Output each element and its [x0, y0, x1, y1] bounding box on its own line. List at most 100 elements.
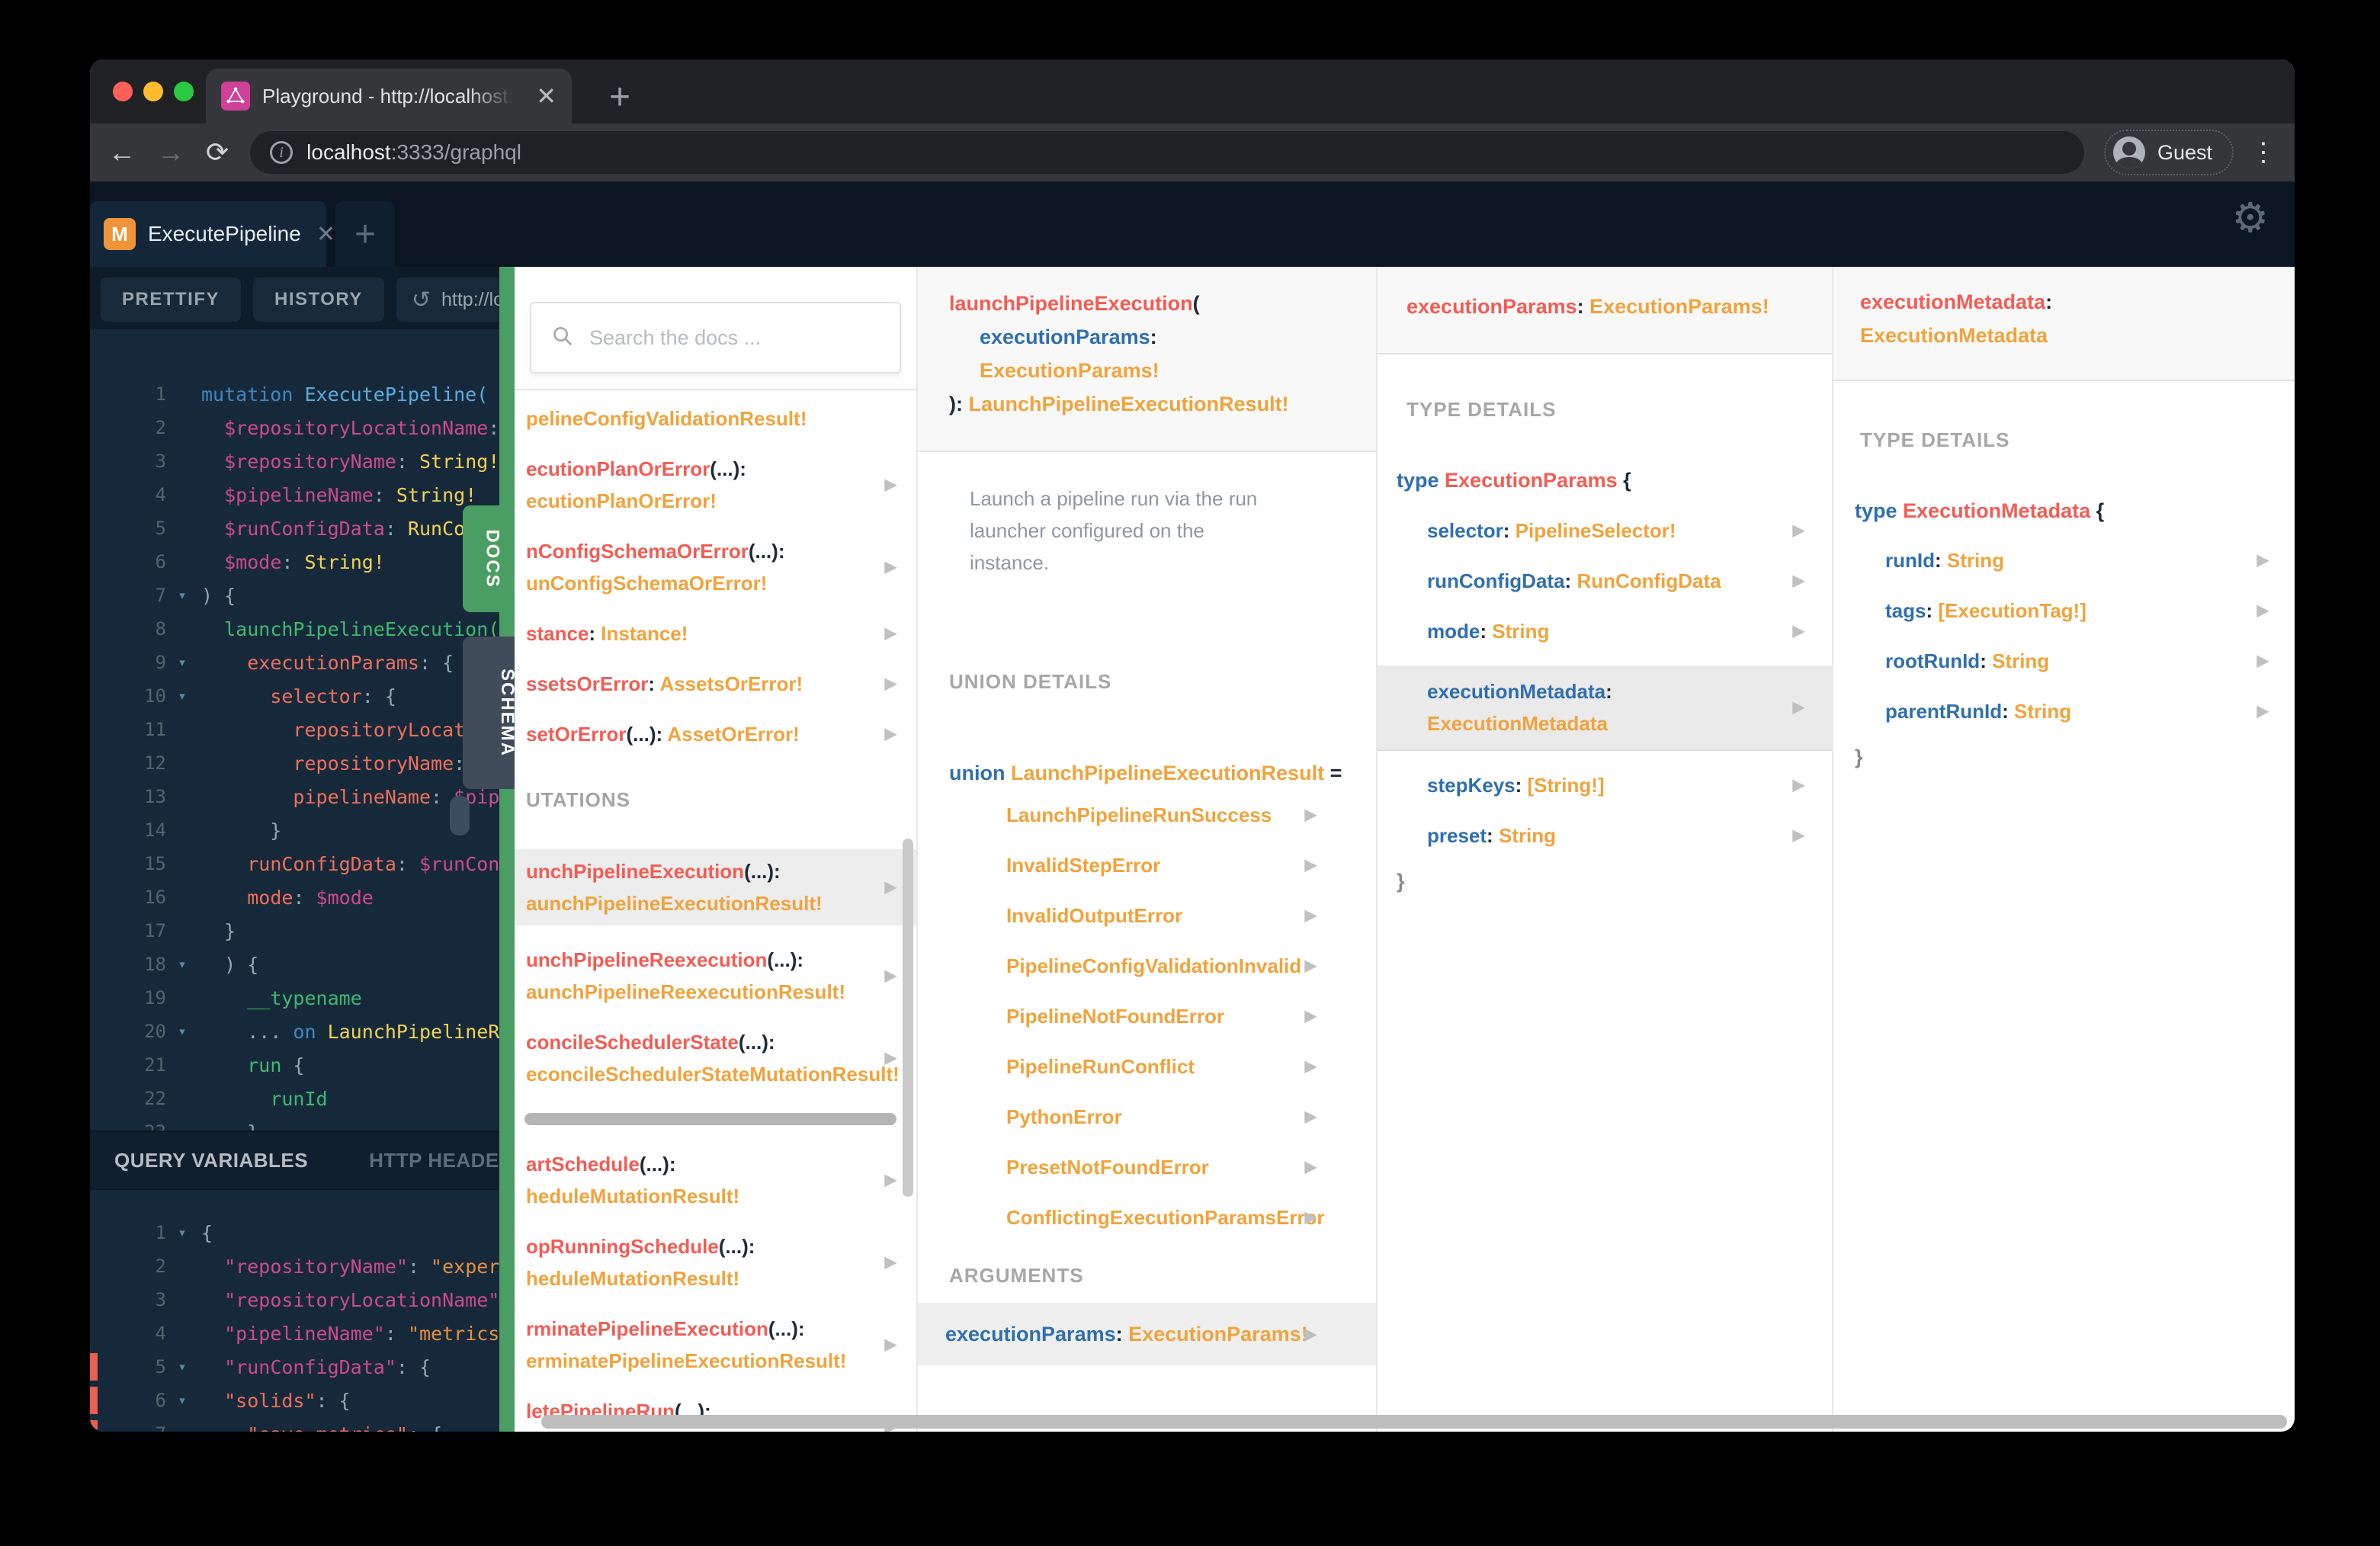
playground-tab[interactable]: M ExecutePipeline ✕: [90, 201, 335, 267]
fold-arrow-icon[interactable]: ▾: [169, 1392, 195, 1409]
type-field[interactable]: runId: String ▶: [1833, 544, 2295, 576]
code-line: 15 ▾ runConfigData: $runConfigData: [90, 847, 499, 880]
tab-close-icon[interactable]: ✕: [536, 84, 557, 108]
browser-menu-icon[interactable]: ⋮: [2250, 137, 2276, 168]
query-variables-tab[interactable]: QUERY VARIABLES: [114, 1149, 308, 1172]
reload-icon[interactable]: ⟳: [206, 139, 229, 166]
type-field[interactable]: executionMetadata: ExecutionMetadata ▶: [1378, 666, 1832, 751]
type-field[interactable]: stepKeys: [String!] ▶: [1378, 769, 1832, 801]
pane-divider[interactable]: [499, 267, 515, 1432]
line-number: 10: [144, 685, 166, 707]
type-field[interactable]: mode: String ▶: [1378, 615, 1832, 647]
fold-arrow-icon[interactable]: ▾: [169, 1426, 195, 1432]
new-tab-button[interactable]: +: [593, 70, 646, 123]
union-member[interactable]: LaunchPipelineRunSuccess ▶: [1006, 799, 1376, 831]
back-icon[interactable]: ←: [108, 139, 136, 166]
docs-item[interactable]: ssetsOrError: AssetsOrError! ▶: [526, 668, 916, 700]
forward-icon[interactable]: →: [157, 139, 184, 166]
docs-horizontal-scrollbar-thumb[interactable]: [541, 1415, 2287, 1429]
query-editor[interactable]: 1 ▾ mutation ExecutePipeline( 2 ▾ $repos…: [90, 329, 499, 1133]
line-number: 3: [155, 1289, 166, 1310]
union-member[interactable]: PresetNotFoundError ▶: [1006, 1151, 1376, 1183]
fold-arrow-icon[interactable]: ▾: [169, 1023, 195, 1040]
traffic-light-minimize[interactable]: [143, 82, 163, 101]
docs-item-line1: unchPipelineReexecution(...):: [526, 948, 804, 971]
docs-item[interactable]: stance: Instance! ▶: [526, 617, 916, 650]
profile-button[interactable]: Guest: [2103, 130, 2234, 175]
endpoint-input[interactable]: ↺ http://loc: [396, 277, 499, 322]
query-code: 1 ▾ mutation ExecutePipeline( 2 ▾ $repos…: [90, 329, 499, 1134]
code-text: run {: [247, 1054, 305, 1076]
fold-arrow-icon[interactable]: ▾: [169, 654, 195, 671]
signature-line: launchPipelineExecution(: [949, 292, 1200, 315]
traffic-light-close[interactable]: [113, 82, 133, 101]
playground-tab-close-icon[interactable]: ✕: [316, 221, 335, 248]
docs-item[interactable]: setOrError(...): AssetOrError! ▶: [526, 718, 916, 750]
graphql-favicon-icon: [221, 82, 250, 111]
union-member[interactable]: ConflictingExecutionParamsError ▶: [1006, 1201, 1376, 1233]
type-field[interactable]: preset: String ▶: [1378, 820, 1832, 852]
variables-header: QUERY VARIABLES HTTP HEADERS: [90, 1131, 499, 1190]
argument-row-selected[interactable]: executionParams: ExecutionParams! ▶: [918, 1303, 1376, 1365]
fold-arrow-icon[interactable]: ▾: [169, 1358, 195, 1375]
type-field[interactable]: tags: [ExecutionTag!] ▶: [1833, 595, 2295, 627]
docs-item[interactable]: ▶: [524, 1113, 897, 1125]
docs-item-line1: artSchedule(...):: [526, 1153, 676, 1176]
union-member[interactable]: InvalidStepError ▶: [1006, 849, 1376, 881]
union-member[interactable]: PipelineConfigValidationInvalid ▶: [1006, 950, 1376, 982]
chevron-right-icon: ▶: [1304, 807, 1317, 823]
docs-item[interactable]: nConfigSchemaOrError(...): unConfigSchem…: [526, 535, 916, 599]
docs-item[interactable]: UTATIONS ▶: [526, 784, 916, 816]
chevron-right-icon: ▶: [884, 1172, 897, 1188]
browser-tab[interactable]: Playground - http://localhost:3 ✕: [206, 69, 572, 123]
line-number: 18: [144, 954, 166, 975]
type-field[interactable]: runConfigData: RunConfigData ▶: [1378, 565, 1832, 597]
union-member[interactable]: InvalidOutputError ▶: [1006, 900, 1376, 932]
docs-item[interactable]: concileSchedulerState(...): econcileSche…: [526, 1026, 916, 1090]
traffic-light-zoom[interactable]: [174, 82, 194, 101]
union-details-label: UNION DETAILS: [949, 670, 1112, 693]
docs-item[interactable]: rminatePipelineExecution(...): erminateP…: [526, 1313, 916, 1377]
endpoint-reload-icon[interactable]: ↺: [412, 287, 431, 313]
docs-item[interactable]: opRunningSchedule(...): heduleMutationRe…: [526, 1230, 916, 1294]
union-member[interactable]: PipelineNotFoundError ▶: [1006, 1000, 1376, 1032]
type-field[interactable]: parentRunId: String ▶: [1833, 695, 2295, 727]
docs-item[interactable]: unchPipelineReexecution(...): aunchPipel…: [526, 944, 916, 1008]
code-text: $repositoryName: String!: [224, 450, 499, 473]
prettify-button[interactable]: PRETTIFY: [101, 277, 242, 322]
arguments-label: ARGUMENTS: [949, 1264, 1084, 1287]
schema-side-tab[interactable]: SCHEMA: [463, 637, 518, 789]
code-text: runConfigData: $runConfigData: [247, 852, 499, 875]
variables-line: 5 ▾ "runConfigData": {: [90, 1350, 499, 1384]
docs-side-tab[interactable]: DOCS: [463, 505, 515, 612]
docs-column-scrollbar-thumb[interactable]: [903, 839, 913, 1197]
type-field[interactable]: rootRunId: String ▶: [1833, 645, 2295, 677]
history-button[interactable]: HISTORY: [253, 277, 384, 322]
fold-arrow-icon[interactable]: ▾: [169, 956, 195, 973]
variables-line: 3 ▾ "repositoryLocationName": [90, 1283, 499, 1317]
editor-scrollbar-thumb[interactable]: [450, 796, 470, 836]
variables-editor[interactable]: 1 ▾ { 2 ▾ "repositoryName": "exper 3 ▾ "…: [90, 1190, 499, 1432]
chevron-right-icon: ▶: [884, 559, 897, 576]
variables-line: 7 ▾ "save metrics": {: [90, 1417, 499, 1432]
docs-item[interactable]: pelineConfigValidationResult! ▶: [526, 403, 916, 435]
field-line1: mode: String: [1427, 620, 1550, 643]
type-field[interactable]: selector: PipelineSelector! ▶: [1378, 515, 1832, 547]
fold-arrow-icon[interactable]: ▾: [169, 688, 195, 704]
docs-search-input[interactable]: Search the docs ...: [530, 302, 901, 374]
code-text: $repositoryLocationName: String!: [224, 416, 499, 439]
union-member[interactable]: PythonError ▶: [1006, 1101, 1376, 1133]
settings-gear-icon[interactable]: ⚙: [2232, 194, 2269, 242]
site-info-icon[interactable]: i: [270, 141, 293, 164]
docs-item[interactable]: ecutionPlanOrError(...): ecutionPlanOrEr…: [526, 453, 916, 517]
docs-item[interactable]: artSchedule(...): heduleMutationResult! …: [526, 1148, 916, 1212]
url-bar[interactable]: i localhost:3333/graphql: [250, 131, 2084, 174]
type-field-list: selector: PipelineSelector! ▶ runConfigD…: [1378, 515, 1832, 852]
http-headers-tab[interactable]: HTTP HEADERS: [369, 1149, 499, 1172]
docs-item[interactable]: unchPipelineExecution(...): aunchPipelin…: [515, 849, 916, 925]
playground-new-tab-button[interactable]: +: [335, 201, 395, 267]
chevron-right-icon: ▶: [1792, 827, 1804, 844]
fold-arrow-icon[interactable]: ▾: [169, 587, 195, 604]
union-member[interactable]: PipelineRunConflict ▶: [1006, 1050, 1376, 1083]
fold-arrow-icon[interactable]: ▾: [169, 1224, 195, 1241]
